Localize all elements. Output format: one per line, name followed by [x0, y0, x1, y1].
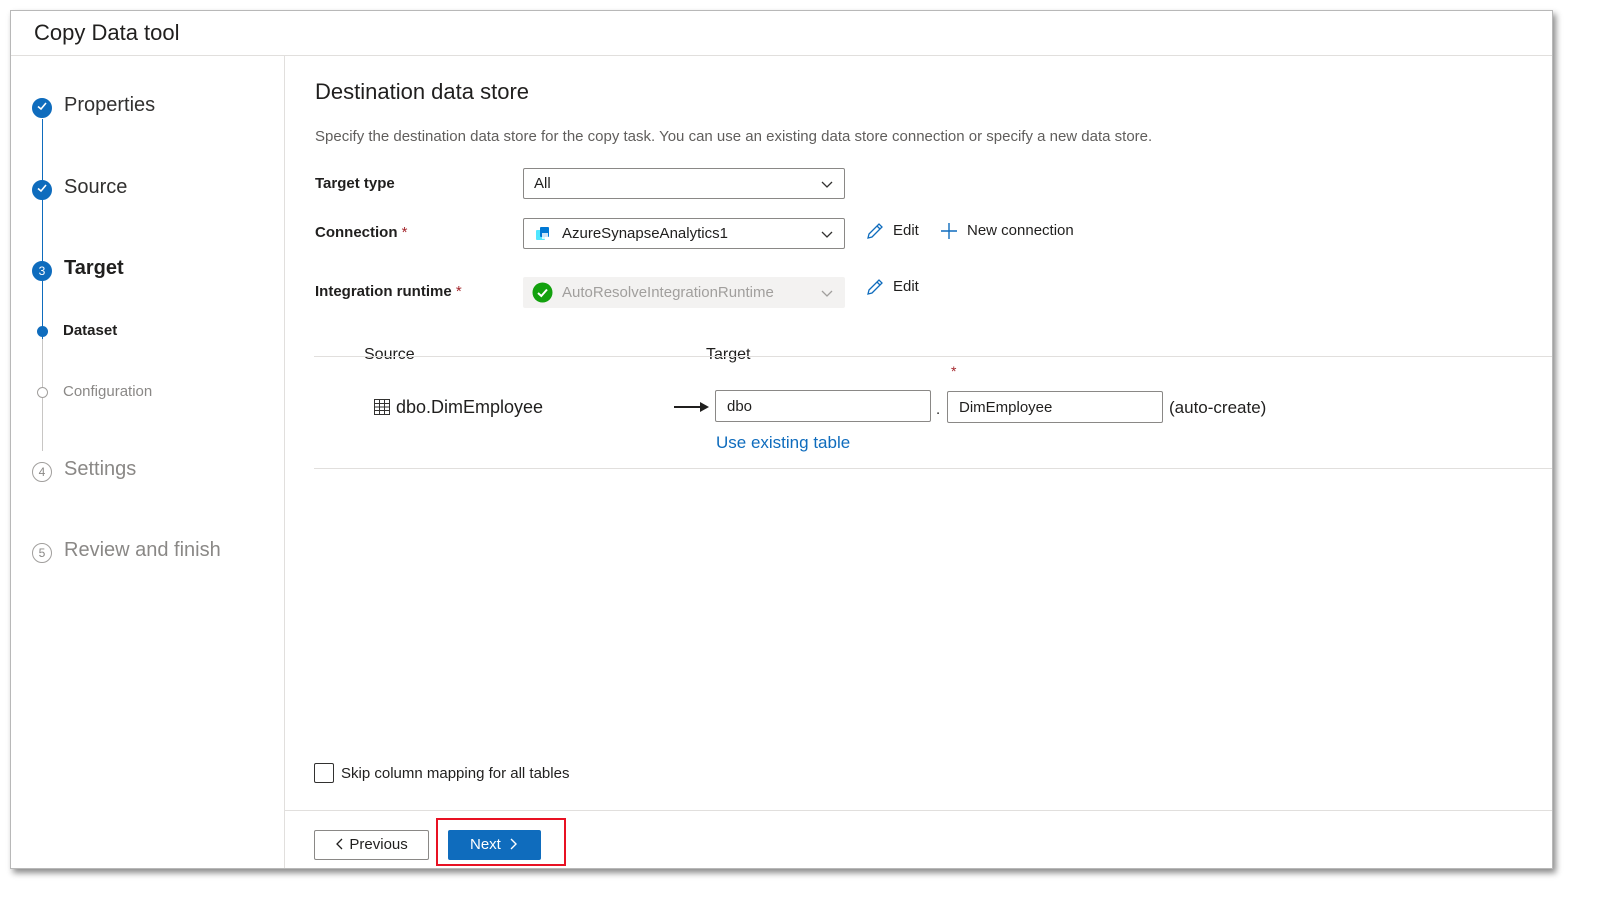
steps-panel: Properties Source 3 Target Dataset Confi…: [11, 56, 285, 868]
table-icon: [374, 399, 390, 415]
substep-label: Configuration: [63, 383, 153, 400]
pencil-icon: [867, 279, 883, 295]
use-existing-table-link[interactable]: Use existing table: [716, 433, 850, 453]
chevron-down-icon: [821, 290, 833, 297]
schema-table-separator: .: [936, 401, 941, 418]
connection-dropdown[interactable]: AzureSynapseAnalytics1: [523, 218, 845, 249]
check-circle-icon: [532, 282, 553, 303]
next-button-highlight-box: [436, 818, 566, 866]
substep-dot: [37, 326, 48, 337]
footer-divider: [285, 810, 1552, 811]
required-marker: *: [455, 283, 462, 300]
page-title: Destination data store: [315, 79, 530, 104]
connection-label: Connection *: [315, 224, 408, 241]
step-label: Properties: [64, 94, 156, 116]
dropdown-value: All: [534, 175, 551, 192]
table-name-input[interactable]: DimEmployee: [947, 391, 1163, 423]
chevron-down-icon: [821, 231, 833, 238]
step-label: Target: [64, 257, 124, 279]
chevron-down-icon: [821, 181, 833, 188]
target-type-label: Target type: [315, 175, 395, 192]
table-header-divider: [314, 356, 1552, 357]
title-bar: Copy Data tool: [11, 11, 1552, 56]
pencil-icon: [867, 223, 883, 239]
table-row-divider: [314, 468, 1552, 469]
auto-create-note: (auto-create): [1169, 398, 1267, 417]
edit-connection-button[interactable]: Edit: [865, 221, 919, 241]
target-type-dropdown[interactable]: All: [523, 168, 845, 199]
step-label: Review and finish: [64, 539, 221, 561]
step-label: Settings: [64, 458, 137, 480]
source-column-header: Source: [364, 346, 415, 363]
edit-runtime-button[interactable]: Edit: [865, 277, 919, 297]
substep-dot: [37, 387, 48, 398]
progress-line-complete: [42, 119, 43, 339]
window-title: Copy Data tool: [34, 20, 180, 45]
checkbox-label: Skip column mapping for all tables: [341, 765, 570, 782]
previous-button[interactable]: Previous: [314, 830, 429, 860]
required-marker: *: [951, 363, 957, 379]
step-number: 4: [32, 462, 52, 482]
schema-input[interactable]: dbo: [715, 390, 931, 422]
step-number: 3: [32, 261, 52, 281]
source-table-cell: dbo.DimEmployee: [374, 397, 543, 418]
target-column-header: Target: [706, 346, 751, 363]
dropdown-value: AzureSynapseAnalytics1: [562, 225, 728, 242]
main-content: Destination data store Specify the desti…: [285, 56, 1552, 868]
substep-label: Dataset: [63, 322, 118, 339]
integration-runtime-label: Integration runtime *: [315, 283, 462, 300]
new-connection-button[interactable]: New connection: [939, 221, 1074, 241]
plus-icon: [941, 223, 957, 239]
integration-runtime-dropdown: AutoResolveIntegrationRuntime: [523, 277, 845, 308]
chevron-left-icon: [336, 838, 343, 850]
checkmark-icon: [32, 98, 52, 118]
checkmark-icon: [32, 180, 52, 200]
synapse-icon: [536, 227, 549, 240]
step-number: 5: [32, 543, 52, 563]
required-marker: *: [401, 224, 408, 241]
step-label: Source: [64, 176, 128, 198]
arrow-right-icon: [674, 402, 709, 412]
skip-column-mapping-checkbox[interactable]: [314, 763, 334, 783]
dropdown-value: AutoResolveIntegrationRuntime: [562, 284, 774, 301]
copy-data-tool-window: Copy Data tool Properties Source 3 Targe…: [10, 10, 1553, 869]
page-description: Specify the destination data store for t…: [315, 128, 1153, 145]
